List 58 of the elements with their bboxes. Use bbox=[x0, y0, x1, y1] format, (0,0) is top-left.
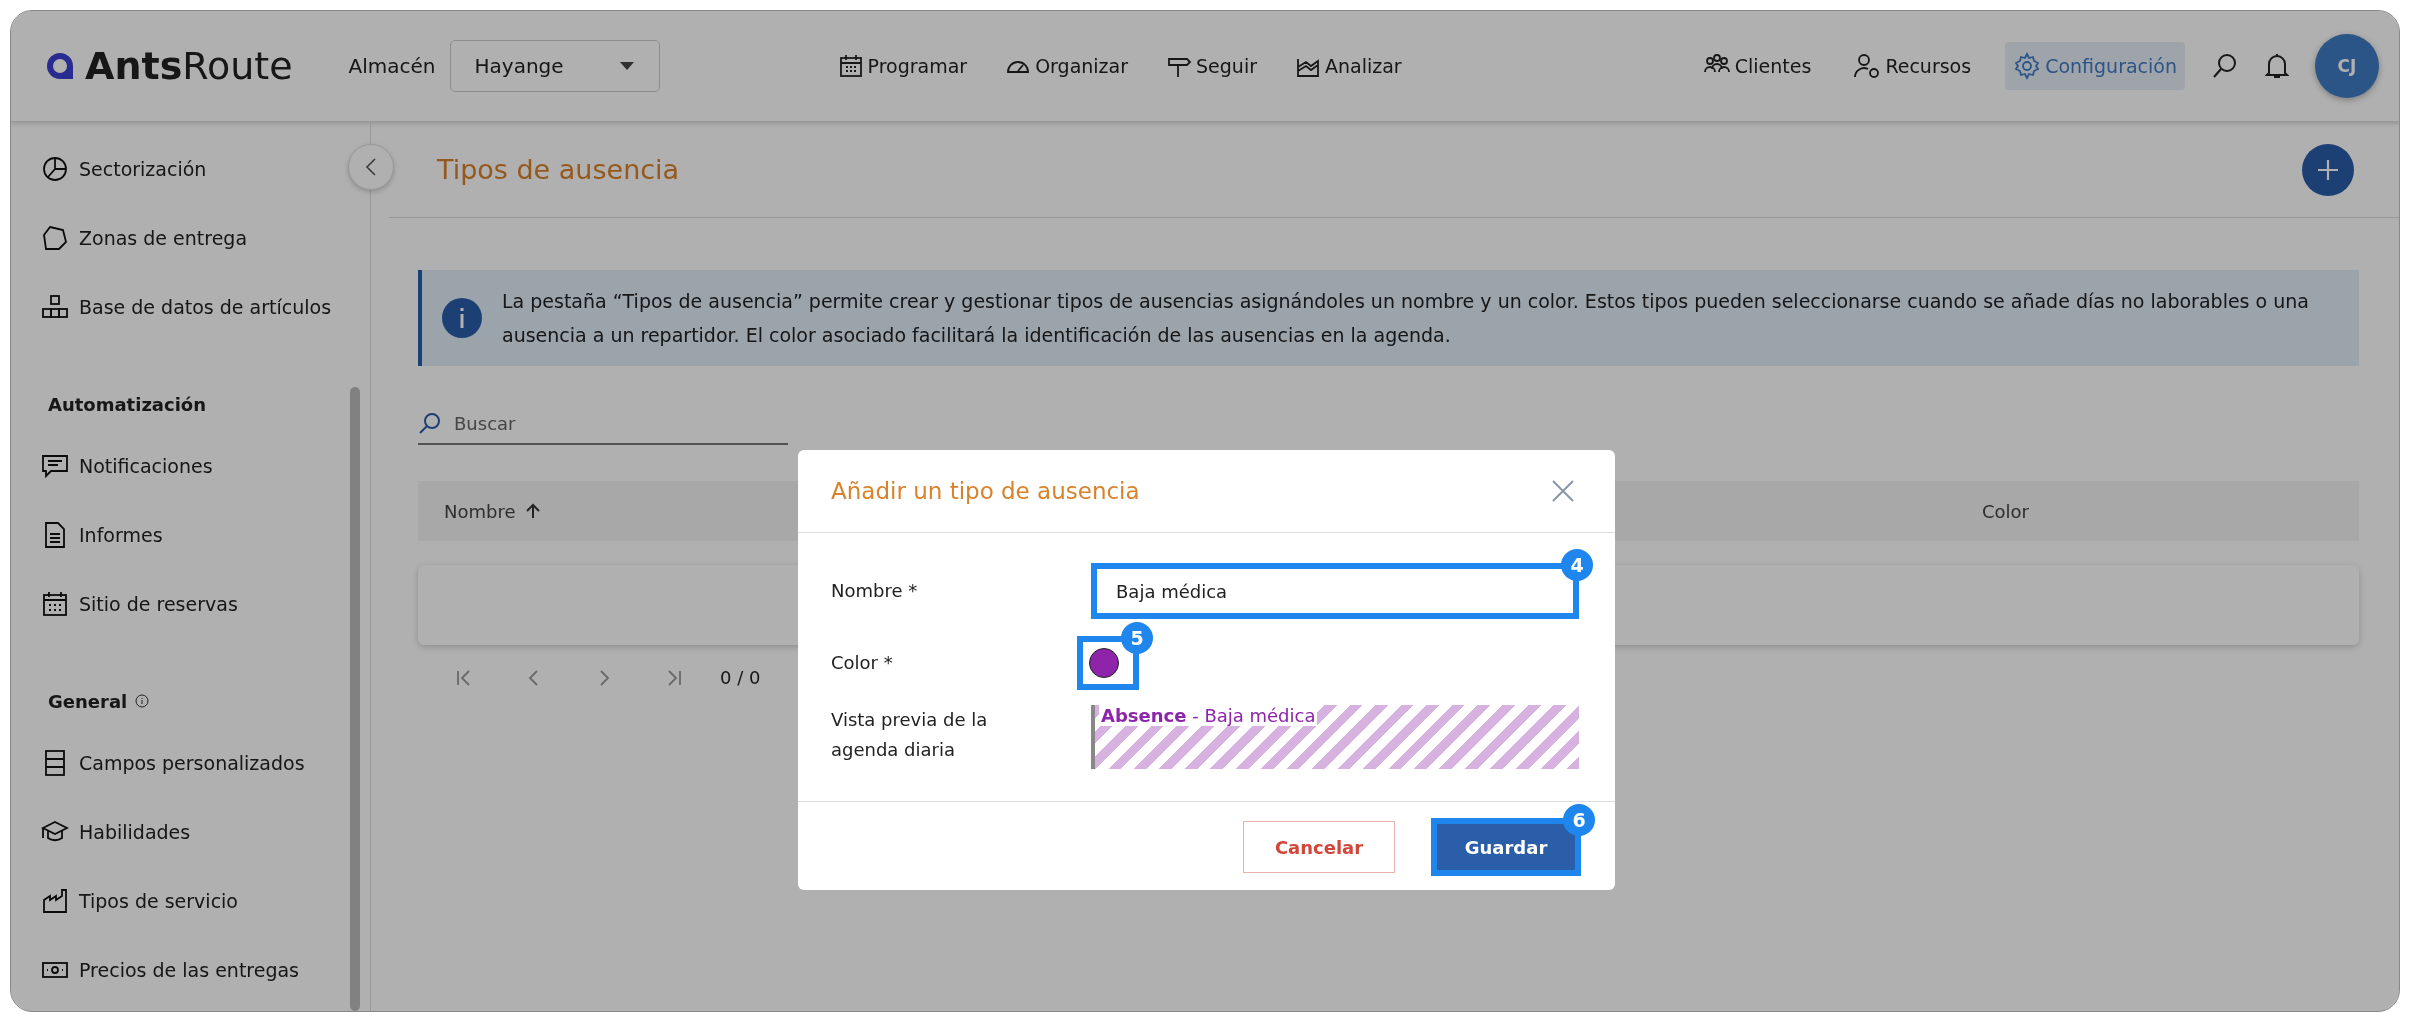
section-heading: General bbox=[48, 690, 128, 712]
gear-icon bbox=[2013, 52, 2042, 80]
color-swatch[interactable] bbox=[1089, 648, 1119, 678]
close-icon[interactable] bbox=[1551, 479, 1575, 503]
field-label: Vista previa de la agenda diaria bbox=[831, 708, 989, 762]
sidebar-item[interactable]: Campos personalizados bbox=[41, 728, 305, 797]
search-icon bbox=[418, 411, 442, 435]
info-icon bbox=[442, 298, 482, 338]
nav-link[interactable]: Clientes bbox=[1694, 42, 1820, 90]
field-label: Color * bbox=[831, 651, 894, 675]
caret-icon bbox=[618, 61, 635, 71]
search-field[interactable]: Buscar bbox=[452, 411, 756, 435]
sidebar-item[interactable]: Precios de las entregas bbox=[41, 935, 299, 1004]
column-header[interactable]: Nombre bbox=[444, 500, 540, 522]
polygon-icon bbox=[41, 223, 69, 252]
factory-icon bbox=[41, 886, 69, 915]
preview-text: Absence - Baja médica bbox=[1099, 705, 1318, 726]
add-button[interactable] bbox=[2302, 143, 2354, 196]
sidebar-item[interactable]: Tipos de servicio bbox=[41, 866, 238, 935]
sidebar-item[interactable]: Informes bbox=[41, 500, 163, 569]
nav-link[interactable]: Seguir bbox=[1158, 43, 1265, 89]
calendar-icon bbox=[837, 53, 864, 79]
info-text: La pestaña “Tipos de ausencia” permite crear y gestionar tipos de ausencias asignándoles un nombre y un color. Estos tipos pueden seleccionarse cuando se añade días no laborables o una ausencia a un repartidor. El color asociado facilitará la identificación de las ausencias en la agenda. bbox=[502, 289, 2310, 348]
bell-icon[interactable] bbox=[2265, 52, 2289, 80]
nav-link[interactable]: Programar bbox=[829, 43, 976, 89]
sidebar-item[interactable]: Sectorización bbox=[41, 134, 207, 203]
step-badge: 6 bbox=[1563, 804, 1595, 836]
nav-link[interactable]: Analizar bbox=[1287, 43, 1410, 89]
nav-link[interactable]: Recursos bbox=[1845, 42, 1980, 90]
boxes-icon bbox=[41, 292, 69, 321]
cancel-button[interactable]: Cancelar bbox=[1243, 821, 1395, 873]
section-heading: Automatización bbox=[48, 393, 207, 415]
usergear-icon bbox=[1853, 52, 1882, 80]
nav-link[interactable]: Organizar bbox=[997, 43, 1137, 89]
sidebar-item[interactable]: Notificaciones bbox=[41, 431, 213, 500]
step-badge: 4 bbox=[1561, 549, 1593, 581]
logo-text: AntsRoute bbox=[85, 44, 293, 88]
sidebar-item[interactable]: Habilidades bbox=[41, 797, 191, 866]
step-badge: 5 bbox=[1121, 622, 1153, 654]
sidebar-item[interactable]: Base de datos de artículos bbox=[41, 272, 332, 341]
calendar-icon bbox=[41, 589, 69, 618]
column-header[interactable]: Color bbox=[1982, 500, 2029, 522]
sidebar-item[interactable]: Sitio de reservas bbox=[41, 569, 238, 638]
warehouse-select[interactable]: Hayange bbox=[449, 40, 660, 92]
scrollbar[interactable] bbox=[350, 387, 360, 1011]
field-label: Nombre * bbox=[831, 579, 919, 603]
search-icon[interactable] bbox=[2211, 52, 2239, 80]
plus-icon bbox=[2317, 158, 2339, 181]
page-title: Tipos de ausencia bbox=[437, 154, 680, 185]
chevron-left-icon bbox=[365, 157, 377, 177]
sidebar-item[interactable]: Zonas de entrega bbox=[41, 203, 248, 272]
warehouse-label: Almacén bbox=[348, 54, 436, 78]
dialog-title: Añadir un tipo de ausencia bbox=[831, 478, 1140, 504]
user-avatar[interactable]: CJ bbox=[2315, 34, 2379, 98]
collapse-button[interactable] bbox=[348, 144, 394, 190]
page-count: 0 / 0 bbox=[720, 667, 761, 688]
pie-icon bbox=[41, 154, 69, 183]
save-button[interactable]: Guardar bbox=[1437, 824, 1575, 870]
